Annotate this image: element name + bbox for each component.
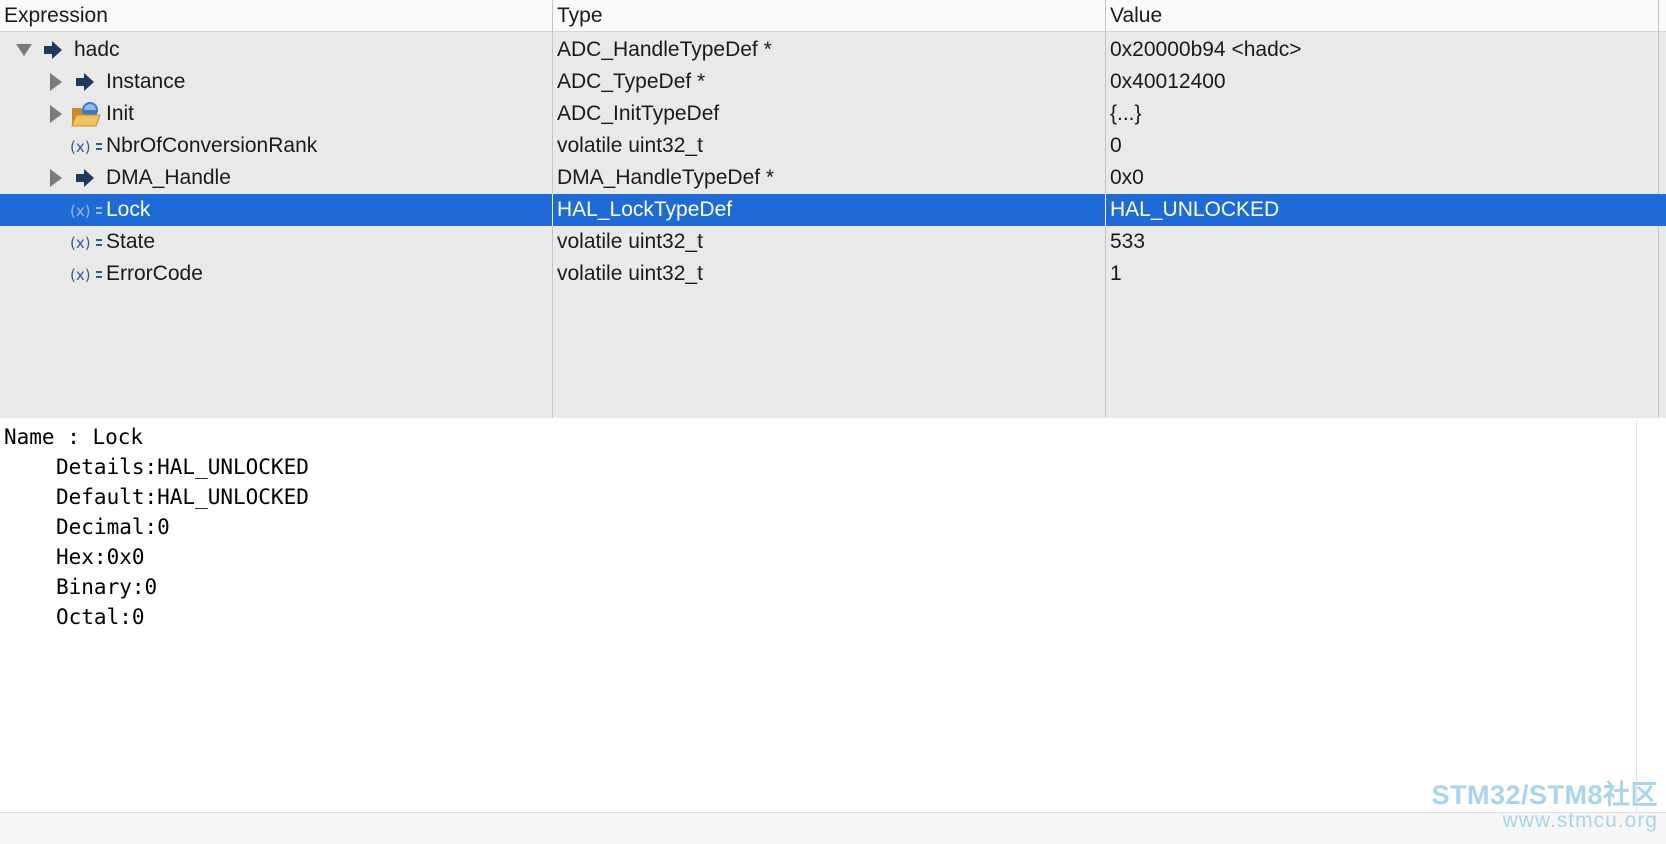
selected-row-divider: [1105, 194, 1106, 226]
svg-text:(x): (x): [70, 202, 91, 220]
expression-type: ADC_TypeDef *: [557, 70, 706, 93]
details-line: Octal:0: [56, 605, 145, 629]
expression-type: DMA_HandleTypeDef *: [557, 166, 775, 189]
collapsed-triangle-icon[interactable]: [46, 98, 66, 130]
collapsed-triangle-icon[interactable]: [46, 66, 66, 98]
tree-row-instance[interactable]: Instance ADC_TypeDef * 0x40012400: [0, 66, 1666, 98]
watermark: STM32/STM8社区 www.stmcu.org: [1431, 780, 1658, 832]
expression-type: ADC_InitTypeDef: [557, 102, 720, 125]
expression-name: NbrOfConversionRank: [106, 134, 318, 157]
expression-value[interactable]: 0: [1110, 130, 1122, 162]
details-horizontal-scrollbar[interactable]: [0, 812, 1666, 844]
details-line: Decimal:0: [56, 515, 170, 539]
variable-icon: (x): [70, 130, 104, 162]
tree-row-init[interactable]: Init ADC_InitTypeDef {...}: [0, 98, 1666, 130]
expression-type: volatile uint32_t: [557, 230, 703, 253]
variable-icon: (x): [70, 194, 104, 226]
expression-name: ErrorCode: [106, 262, 203, 285]
expression-name: Lock: [106, 198, 151, 221]
expression-value[interactable]: {...}: [1110, 98, 1142, 130]
expression-type: HAL_LockTypeDef: [557, 198, 733, 221]
selected-row-divider: [552, 194, 553, 226]
tree-row-lock[interactable]: (x) Lock HAL_LockTypeDef HAL_UNLOCKED: [0, 194, 1666, 226]
expression-value[interactable]: HAL_UNLOCKED: [1110, 194, 1279, 226]
column-header-type[interactable]: Type: [553, 0, 1105, 32]
expression-value[interactable]: 533: [1110, 226, 1145, 258]
watermark-title: STM32/STM8社区: [1431, 780, 1658, 810]
expression-type: ADC_HandleTypeDef *: [557, 38, 772, 61]
details-line: Default:HAL_UNLOCKED: [56, 485, 309, 509]
expression-type: volatile uint32_t: [557, 134, 703, 157]
pointer-icon: [42, 34, 64, 66]
tree-row-dma-handle[interactable]: DMA_Handle DMA_HandleTypeDef * 0x0: [0, 162, 1666, 194]
expression-name: State: [106, 230, 156, 253]
tree-row-errorcode[interactable]: (x) ErrorCode volatile uint32_t 1: [0, 258, 1666, 290]
svg-text:(x): (x): [70, 234, 91, 252]
watermark-url: www.stmcu.org: [1502, 809, 1658, 832]
tree-row-state[interactable]: (x) State volatile uint32_t 533: [0, 226, 1666, 258]
details-line: Binary:0: [56, 575, 158, 599]
expression-type: volatile uint32_t: [557, 262, 703, 285]
column-header-expression[interactable]: Expression: [0, 0, 552, 32]
details-line: Hex:0x0: [56, 545, 145, 569]
details-vertical-scrollbar[interactable]: [1636, 420, 1666, 812]
collapsed-triangle-icon[interactable]: [46, 162, 66, 194]
expression-name: Init: [106, 102, 135, 125]
expression-value[interactable]: 0x40012400: [1110, 66, 1226, 98]
variable-icon: (x): [70, 226, 104, 258]
expressions-view: Expression Type Value hadc ADC_HandleTyp…: [0, 0, 1666, 418]
details-line: Details:HAL_UNLOCKED: [56, 455, 309, 479]
svg-text:(x): (x): [70, 138, 91, 156]
expression-value[interactable]: 0x20000b94 <hadc>: [1110, 34, 1302, 66]
expression-name: hadc: [74, 38, 120, 61]
variable-icon: (x): [70, 258, 104, 290]
column-header: Expression Type Value: [0, 0, 1666, 32]
svg-text:(x): (x): [70, 266, 91, 284]
tree-row-hadc[interactable]: hadc ADC_HandleTypeDef * 0x20000b94 <had…: [0, 34, 1666, 66]
tree-row-nbrofconversionrank[interactable]: (x) NbrOfConversionRank volatile uint32_…: [0, 130, 1666, 162]
expression-value[interactable]: 0x0: [1110, 162, 1144, 194]
expand-triangle-icon[interactable]: [14, 34, 34, 66]
expression-value[interactable]: 1: [1110, 258, 1122, 290]
expression-name: DMA_Handle: [106, 166, 231, 189]
pointer-icon: [74, 66, 96, 98]
details-pane[interactable]: Name : Lock Details:HAL_UNLOCKED Default…: [0, 420, 1636, 812]
expression-name: Instance: [106, 70, 186, 93]
details-name-line: Name : Lock: [4, 425, 144, 449]
column-header-value[interactable]: Value: [1106, 0, 1656, 32]
pointer-icon: [74, 162, 96, 194]
struct-folder-icon: [70, 98, 102, 130]
